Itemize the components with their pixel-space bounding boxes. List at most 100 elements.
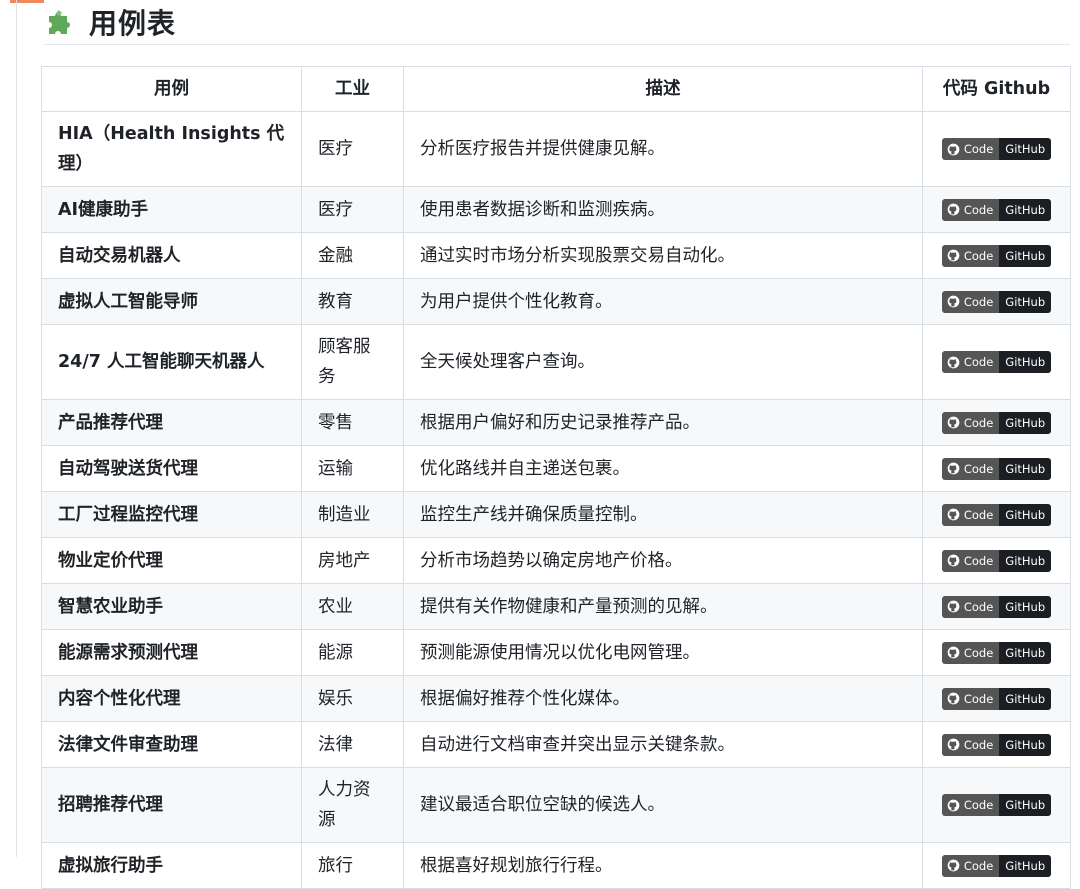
table-row: HIA（Health Insights 代理） 医疗 分析医疗报告并提供健康见解。 C… xyxy=(41,111,1071,187)
table-row: 自动交易机器人 金融 通过实时市场分析实现股票交易自动化。 Code GitHub xyxy=(41,232,1071,279)
github-code-badge[interactable]: Code GitHub xyxy=(941,687,1052,710)
industry-cell: 医疗 xyxy=(301,111,404,187)
usecase-cell: 产品推荐代理 xyxy=(41,399,302,446)
badge-left-label: Code xyxy=(963,202,994,217)
github-icon xyxy=(947,554,960,567)
left-rule xyxy=(16,0,17,857)
usecase-cell: 内容个性化代理 xyxy=(41,675,302,722)
use-case-table: 用例 工业 描述 代码 Github HIA（Health Insights 代… xyxy=(41,66,1071,889)
github-icon xyxy=(947,600,960,613)
github-code-badge[interactable]: Code GitHub xyxy=(941,503,1052,526)
badge-left: Code xyxy=(941,854,1000,877)
badge-right-label: GitHub xyxy=(999,198,1052,221)
github-icon xyxy=(947,249,960,262)
puzzle-piece-icon xyxy=(49,10,70,34)
badge-right-label: GitHub xyxy=(999,641,1052,664)
github-icon xyxy=(947,692,960,705)
badge-right-label: GitHub xyxy=(999,854,1052,877)
description-cell: 建议最适合职位空缺的候选人。 xyxy=(403,767,923,843)
table-row: AI健康助手 医疗 使用患者数据诊断和监测疾病。 Code GitHub xyxy=(41,186,1071,233)
badge-right-label: GitHub xyxy=(999,138,1052,160)
description-cell: 使用患者数据诊断和监测疾病。 xyxy=(403,186,923,233)
industry-cell: 运输 xyxy=(301,445,404,492)
industry-cell: 零售 xyxy=(301,399,404,446)
badge-right-label: GitHub xyxy=(999,457,1052,480)
github-code-badge[interactable]: Code GitHub xyxy=(941,549,1052,572)
badge-right-label: GitHub xyxy=(999,733,1052,756)
usecase-cell: 虚拟人工智能导师 xyxy=(41,278,302,325)
use-case-table-container: 用例 工业 描述 代码 Github HIA（Health Insights 代… xyxy=(41,66,1071,889)
usecase-cell: 智慧农业助手 xyxy=(41,583,302,630)
github-code-badge[interactable]: Code GitHub xyxy=(941,244,1052,267)
usecase-cell: AI健康助手 xyxy=(41,186,302,233)
github-code-badge[interactable]: Code GitHub xyxy=(941,138,1052,160)
badge-right-label: GitHub xyxy=(999,595,1052,618)
section-heading: 用例表 xyxy=(45,0,1070,45)
github-icon xyxy=(947,143,960,155)
badge-left-label: Code xyxy=(963,507,994,522)
description-cell: 自动进行文档审查并突出显示关键条款。 xyxy=(403,721,923,768)
header-description: 描述 xyxy=(403,66,923,112)
table-row: 招聘推荐代理 人力资源 建议最适合职位空缺的候选人。 Code GitHub xyxy=(41,767,1071,843)
github-code-badge[interactable]: Code GitHub xyxy=(941,794,1052,816)
github-code-badge[interactable]: Code GitHub xyxy=(941,198,1052,221)
badge-right-label: GitHub xyxy=(999,794,1052,816)
badge-left-label: Code xyxy=(963,645,994,660)
description-cell: 为用户提供个性化教育。 xyxy=(403,278,923,325)
github-icon xyxy=(947,738,960,751)
badge-left-label: Code xyxy=(963,553,994,568)
badge-left: Code xyxy=(941,503,1000,526)
badge-right-label: GitHub xyxy=(999,687,1052,710)
github-icon xyxy=(947,859,960,872)
industry-cell: 农业 xyxy=(301,583,404,630)
github-code-badge[interactable]: Code GitHub xyxy=(941,411,1052,434)
table-row: 工厂过程监控代理 制造业 监控生产线并确保质量控制。 Code GitHub xyxy=(41,491,1071,538)
industry-cell: 金融 xyxy=(301,232,404,279)
code-cell: Code GitHub xyxy=(922,629,1071,676)
description-cell: 优化路线并自主递送包裹。 xyxy=(403,445,923,492)
github-icon xyxy=(947,295,960,308)
description-cell: 提供有关作物健康和产量预测的见解。 xyxy=(403,583,923,630)
badge-right-label: GitHub xyxy=(999,549,1052,572)
github-code-badge[interactable]: Code GitHub xyxy=(941,595,1052,618)
github-code-badge[interactable]: Code GitHub xyxy=(941,733,1052,756)
badge-left: Code xyxy=(941,595,1000,618)
table-row: 物业定价代理 房地产 分析市场趋势以确定房地产价格。 Code GitHub xyxy=(41,537,1071,584)
description-cell: 根据偏好推荐个性化媒体。 xyxy=(403,675,923,722)
header-industry: 工业 xyxy=(301,66,404,112)
usecase-cell: 能源需求预测代理 xyxy=(41,629,302,676)
table-row: 内容个性化代理 娱乐 根据偏好推荐个性化媒体。 Code GitHub xyxy=(41,675,1071,722)
badge-left: Code xyxy=(941,549,1000,572)
badge-left: Code xyxy=(941,641,1000,664)
github-code-badge[interactable]: Code GitHub xyxy=(941,457,1052,480)
code-cell: Code GitHub xyxy=(922,583,1071,630)
usecase-cell: 自动驾驶送货代理 xyxy=(41,445,302,492)
code-cell: Code GitHub xyxy=(922,232,1071,279)
header-code: 代码 Github xyxy=(922,66,1071,112)
badge-right-label: GitHub xyxy=(999,351,1052,373)
table-row: 智慧农业助手 农业 提供有关作物健康和产量预测的见解。 Code GitHub xyxy=(41,583,1071,630)
usecase-cell: 自动交易机器人 xyxy=(41,232,302,279)
badge-left-label: Code xyxy=(963,415,994,430)
header-usecase: 用例 xyxy=(41,66,302,112)
code-cell: Code GitHub xyxy=(922,445,1071,492)
github-code-badge[interactable]: Code GitHub xyxy=(941,290,1052,313)
github-icon xyxy=(947,462,960,475)
description-cell: 根据喜好规划旅行行程。 xyxy=(403,842,923,889)
badge-left: Code xyxy=(941,244,1000,267)
code-cell: Code GitHub xyxy=(922,324,1071,400)
badge-right-label: GitHub xyxy=(999,411,1052,434)
github-icon xyxy=(947,508,960,521)
badge-left-label: Code xyxy=(963,858,994,873)
badge-left-label: Code xyxy=(963,355,994,369)
badge-left: Code xyxy=(941,351,1000,373)
github-code-badge[interactable]: Code GitHub xyxy=(941,641,1052,664)
badge-left: Code xyxy=(941,687,1000,710)
badge-left: Code xyxy=(941,198,1000,221)
code-cell: Code GitHub xyxy=(922,767,1071,843)
github-code-badge[interactable]: Code GitHub xyxy=(941,351,1052,373)
code-cell: Code GitHub xyxy=(922,537,1071,584)
code-cell: Code GitHub xyxy=(922,399,1071,446)
badge-right-label: GitHub xyxy=(999,290,1052,313)
github-code-badge[interactable]: Code GitHub xyxy=(941,854,1052,877)
